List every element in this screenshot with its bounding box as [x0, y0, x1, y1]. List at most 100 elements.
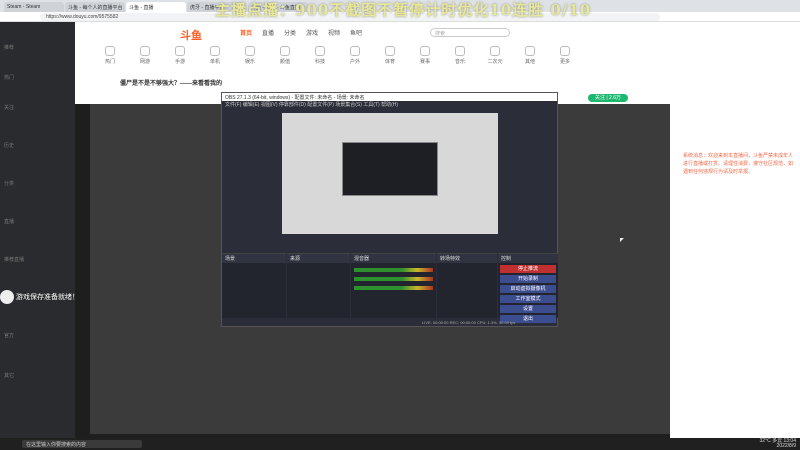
clock-date: 2022/8/9 [776, 443, 796, 449]
category-icon [245, 46, 255, 56]
sidebar-item[interactable]: 直播 [4, 218, 14, 225]
nav-games[interactable]: 游戏 [306, 28, 318, 37]
category-label: 音乐 [454, 59, 465, 65]
obs-menu-bar[interactable]: 文件(F) 编辑(E) 视图(V) 停靠部件(D) 配置文件(P) 场景集合(S… [222, 101, 557, 108]
category-icon [350, 46, 360, 56]
start-recording-button[interactable]: 开始录制 [500, 275, 556, 283]
streamer-overlay-text: 游戏保存准备就绪！ [15, 293, 79, 301]
sources-header: 来源 [287, 254, 350, 263]
category-item[interactable]: 赛事 [410, 46, 440, 65]
category-label: 赛事 [419, 59, 430, 65]
category-icon [385, 46, 395, 56]
category-icon [280, 46, 290, 56]
mouse-cursor-icon [620, 238, 624, 242]
category-icon [560, 46, 570, 56]
sidebar-item[interactable]: 历史 [4, 142, 14, 149]
category-label: 单机 [209, 59, 220, 65]
nested-preview [342, 142, 438, 196]
chat-panel [670, 78, 800, 438]
sidebar-item[interactable]: 其它 [4, 372, 14, 379]
category-item[interactable]: 二次元 [480, 46, 510, 65]
category-item[interactable]: 更多 [550, 46, 580, 65]
category-item[interactable]: 体育 [375, 46, 405, 65]
category-item[interactable]: 户外 [340, 46, 370, 65]
category-item[interactable]: 音乐 [445, 46, 475, 65]
category-label: 科技 [314, 59, 325, 65]
obs-mixer-panel: 混音器 [351, 253, 436, 318]
mixer-header: 混音器 [351, 254, 436, 263]
browser-tab[interactable]: Steam - Steam [4, 2, 64, 12]
stop-stream-button[interactable]: 停止推流 [500, 265, 556, 273]
transitions-header: 转场特效 [437, 254, 497, 263]
category-icon [525, 46, 535, 56]
category-icon [420, 46, 430, 56]
category-icon [140, 46, 150, 56]
audio-meter[interactable] [354, 286, 433, 290]
category-label: 其他 [524, 59, 535, 65]
category-label: 更多 [559, 59, 570, 65]
category-label: 二次元 [487, 59, 503, 65]
nav-video[interactable]: 视频 [328, 28, 340, 37]
sidebar-item[interactable]: 官方 [4, 332, 14, 339]
studio-mode-button[interactable]: 工作室模式 [500, 295, 556, 303]
obs-title-bar: OBS 27.1.3 (64-bit, windows) - 配置文件: 未命名… [222, 93, 557, 101]
category-item[interactable]: 颜值 [270, 46, 300, 65]
obs-transitions-panel: 转场特效 [437, 253, 497, 318]
category-label: 娱乐 [244, 59, 255, 65]
category-label: 体育 [384, 59, 395, 65]
avatar [0, 290, 14, 304]
category-item[interactable]: 娱乐 [235, 46, 265, 65]
category-icon [490, 46, 500, 56]
sidebar-item[interactable]: 关注 [4, 104, 14, 111]
sidebar-item[interactable]: 推荐 [4, 44, 14, 51]
audio-meter[interactable] [354, 277, 433, 281]
controls-header: 控制 [498, 254, 558, 263]
chat-system-message: 系统消息：欢迎来到本直播间，斗鱼严禁未成年人进行直播或打赏。请理性消费，遵守社区… [683, 153, 794, 175]
sidebar-item[interactable]: 分类 [4, 180, 14, 187]
category-item[interactable]: 网游 [130, 46, 160, 65]
category-item[interactable]: 手游 [165, 46, 195, 65]
nav-live[interactable]: 直播 [262, 28, 274, 37]
room-title: 僵尸是不是不够强大？——来看看我的 [120, 81, 223, 87]
settings-button[interactable]: 设置 [500, 305, 556, 313]
site-logo[interactable]: 斗鱼 [180, 27, 202, 43]
category-label: 手游 [174, 59, 185, 65]
category-item[interactable]: 科技 [305, 46, 335, 65]
stream-overlay-banner: 主播点播：900不截图不暂停计时优化10连胜 0/10 [215, 1, 592, 19]
category-icon [175, 46, 185, 56]
nav-home[interactable]: 首页 [240, 28, 252, 37]
scenes-header: 场景 [222, 254, 286, 263]
category-icon [315, 46, 325, 56]
virtual-camera-button[interactable]: 启动虚拟摄像机 [500, 285, 556, 293]
browser-tab[interactable]: 斗鱼 - 每个人的直播平台 [65, 2, 125, 12]
left-sidebar: 推荐 热门 关注 历史 分类 直播 推荐直播 官方 其它 [0, 22, 75, 438]
category-label: 户外 [349, 59, 360, 65]
category-label: 网游 [139, 59, 150, 65]
browser-tab-active[interactable]: 斗鱼 - 直播 [126, 2, 186, 12]
system-tray: 32°C 多云 13:04 2022/8/9 [760, 439, 796, 449]
category-icon [210, 46, 220, 56]
category-icon [455, 46, 465, 56]
category-label: 热门 [104, 59, 115, 65]
search-input[interactable]: 搜索 [430, 28, 510, 37]
obs-preview [282, 113, 498, 234]
obs-scenes-panel: 场景 [222, 253, 286, 318]
obs-controls-panel: 控制 停止推流 开始录制 启动虚拟摄像机 工作室模式 设置 退出 [498, 253, 558, 323]
taskbar-search-input[interactable]: 在这里输入你要搜索的内容 [22, 440, 142, 448]
nav-category[interactable]: 分类 [284, 28, 296, 37]
follow-button[interactable]: 关注 | 2.6万 [588, 94, 628, 102]
obs-window: OBS 27.1.3 (64-bit, windows) - 配置文件: 未命名… [221, 92, 558, 327]
obs-sources-panel: 来源 [287, 253, 350, 318]
category-label: 颜值 [279, 59, 290, 65]
obs-status-bar: LIVE: 00:00:00 REC: 00:00:00 CPU: 1.3%, … [422, 320, 516, 325]
category-item[interactable]: 其他 [515, 46, 545, 65]
category-item[interactable]: 热门 [95, 46, 125, 65]
streamer-overlay: 游戏保存准备就绪！ [0, 290, 79, 304]
nav-fishbar[interactable]: 鱼吧 [350, 28, 362, 37]
category-icon [105, 46, 115, 56]
sidebar-item[interactable]: 推荐直播 [4, 256, 24, 263]
sidebar-item[interactable]: 热门 [4, 74, 14, 81]
category-item[interactable]: 单机 [200, 46, 230, 65]
taskbar: 在这里输入你要搜索的内容 32°C 多云 13:04 2022/8/9 [0, 438, 800, 450]
audio-meter[interactable] [354, 268, 433, 272]
